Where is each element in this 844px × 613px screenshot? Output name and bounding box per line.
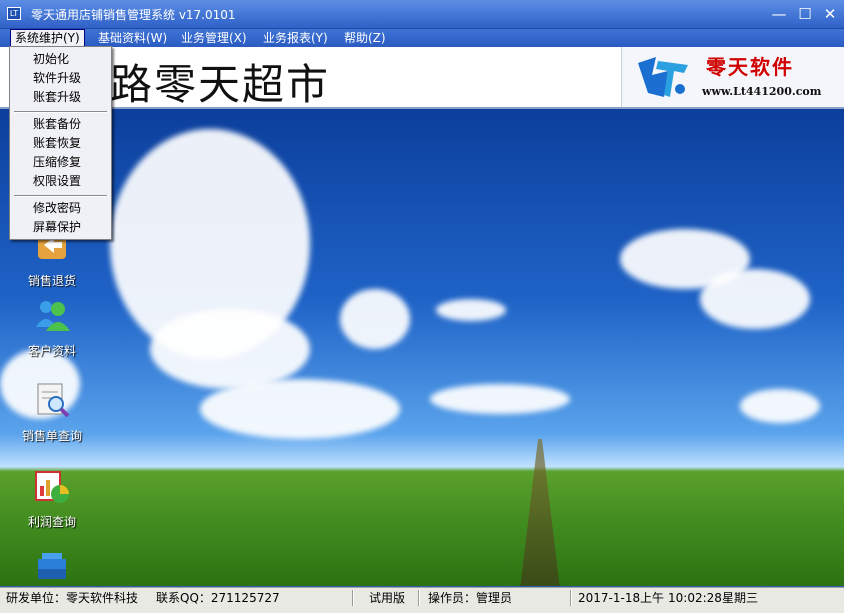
logo-mark-icon: [638, 57, 688, 97]
minimize-button[interactable]: —: [768, 4, 790, 24]
status-bar: 研发单位：零天软件科技 联系QQ：271125727 试用版 操作员：管理员 2…: [0, 587, 844, 613]
status-edition: 试用版: [369, 591, 406, 605]
banner: 路零天超市 零天软件 www.Lt441200.com: [0, 47, 844, 109]
close-button[interactable]: ✕: [819, 4, 841, 24]
status-contact-qq: 联系QQ：271125727: [156, 591, 280, 605]
menu-help[interactable]: 帮助(Z): [340, 29, 390, 47]
desktop-icon-customer-info[interactable]: 客户资料: [12, 295, 92, 359]
desktop-icon-label: 销售退货: [27, 274, 76, 288]
logo-company-name: 零天软件: [706, 55, 794, 79]
status-operator: 操作员：管理员: [428, 591, 513, 605]
order-search-icon: [37, 383, 70, 418]
menu-item-permission-settings[interactable]: 权限设置: [10, 172, 111, 191]
status-weekday: 星期三: [722, 591, 759, 605]
books-icon: [38, 553, 66, 579]
menu-item-initialize[interactable]: 初始化: [10, 50, 111, 69]
maximize-button[interactable]: ☐: [794, 4, 816, 24]
menu-item-screen-saver[interactable]: 屏幕保护: [10, 218, 111, 237]
menu-item-account-restore[interactable]: 账套恢复: [10, 134, 111, 153]
logo-website: www.Lt441200.com: [702, 85, 822, 98]
status-divider: [570, 590, 572, 606]
status-date: 2017-1-18: [578, 591, 641, 605]
menu-business-reports[interactable]: 业务报表(Y): [259, 29, 332, 47]
menu-system-maintenance[interactable]: 系统维护(Y): [10, 29, 85, 47]
menu-item-change-password[interactable]: 修改密码: [10, 199, 111, 218]
profit-chart-icon: [35, 471, 69, 503]
menu-separator: [14, 111, 107, 113]
menu-basic-data[interactable]: 基础资料(W): [94, 29, 171, 47]
desktop-icon-label: 利润查询: [27, 515, 76, 529]
title-bar[interactable]: LT 零天通用店铺销售管理系统 v17.0101 — ☐ ✕: [0, 0, 844, 29]
status-divider: [352, 590, 354, 606]
menu-item-software-upgrade[interactable]: 软件升级: [10, 69, 111, 88]
desktop-icon-label: 销售单查询: [21, 429, 82, 443]
status-time: 10:02:28: [668, 591, 722, 605]
status-divider: [418, 590, 420, 606]
main-window: LT 零天通用店铺销售管理系统 v17.0101 — ☐ ✕ 系统维护(Y) 基…: [0, 0, 844, 613]
desktop-icon-profit-query[interactable]: 利润查询: [12, 466, 92, 530]
menu-item-compress-repair[interactable]: 压缩修复: [10, 153, 111, 172]
store-title: 路零天超市: [110, 60, 331, 109]
menu-item-account-backup[interactable]: 账套备份: [10, 115, 111, 134]
desktop-wallpaper: 销售退货 客户资料 销售单查询 利润查询: [0, 109, 844, 586]
system-maintenance-dropdown: 初始化 软件升级 账套升级 账套备份 账套恢复 压缩修复 权限设置 修改密码 屏…: [9, 46, 112, 240]
app-icon[interactable]: LT: [7, 7, 21, 20]
customers-icon: [36, 301, 70, 331]
menu-item-account-upgrade[interactable]: 账套升级: [10, 88, 111, 107]
menu-business-management[interactable]: 业务管理(X): [177, 29, 251, 47]
menu-bar: 系统维护(Y) 基础资料(W) 业务管理(X) 业务报表(Y) 帮助(Z): [0, 29, 844, 47]
desktop-icon-label: 客户资料: [27, 344, 76, 358]
company-logo: 零天软件 www.Lt441200.com: [621, 47, 844, 107]
menu-separator: [14, 195, 107, 197]
status-developer: 研发单位：零天软件科技: [6, 591, 139, 605]
desktop-icon-books[interactable]: [12, 549, 92, 586]
status-ampm: 上午: [640, 591, 665, 605]
window-title: 零天通用店铺销售管理系统 v17.0101: [31, 8, 236, 22]
desktop-icon-order-search[interactable]: 销售单查询: [12, 380, 92, 444]
